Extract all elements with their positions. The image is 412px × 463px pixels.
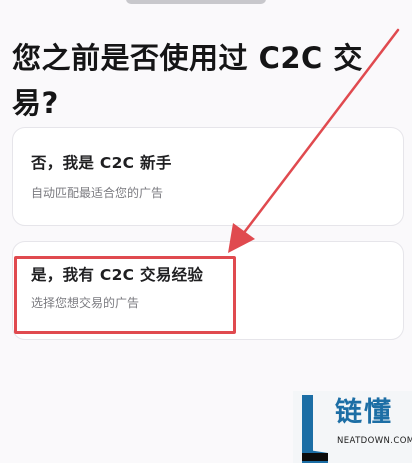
option-new-user[interactable]: 否，我是 C2C 新手 自动匹配最适合您的广告 [12, 127, 404, 226]
option-subtitle: 选择您想交易的广告 [31, 296, 140, 310]
watermark: 链懂 NEATDOWN.COM [293, 391, 412, 463]
watermark-domain: NEATDOWN.COM [337, 436, 412, 446]
page-title: 您之前是否使用过 C2C 交易? [12, 41, 363, 120]
option-title: 否，我是 C2C 新手 [31, 154, 172, 172]
option-title: 是，我有 C2C 交易经验 [31, 266, 204, 284]
drag-handle[interactable] [126, 0, 266, 4]
watermark-brand: 链懂 [335, 397, 393, 428]
option-subtitle: 自动匹配最适合您的广告 [31, 186, 164, 200]
option-experienced[interactable]: 是，我有 C2C 交易经验 选择您想交易的广告 [12, 241, 404, 340]
neatdown-logo-icon [302, 395, 328, 463]
